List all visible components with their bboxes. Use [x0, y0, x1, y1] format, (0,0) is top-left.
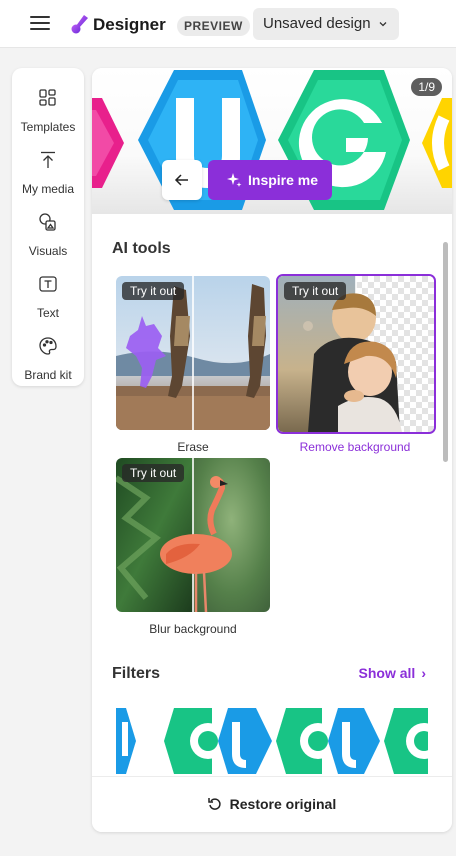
filters-heading: Filters [112, 665, 161, 682]
filter-thumb [384, 708, 428, 774]
templates-icon [39, 89, 56, 106]
sidebar-item-templates[interactable]: Templates [12, 82, 84, 138]
sidebar-item-label: My media [21, 182, 74, 196]
top-bar: Designer PREVIEW Unsaved design [0, 0, 456, 48]
preview-badge: PREVIEW [177, 16, 250, 36]
try-it-out-badge: Try it out [284, 282, 347, 300]
filter-thumb [164, 708, 226, 774]
filter-thumb [328, 708, 380, 774]
shapes-icon [39, 213, 56, 231]
show-all-link[interactable]: Show all › [359, 665, 426, 681]
arrow-left-icon [174, 174, 188, 186]
tool-label: Erase [177, 440, 209, 454]
sparkle-icon [227, 173, 242, 187]
filter-thumbnails [116, 704, 428, 778]
design-name-dropdown[interactable]: Unsaved design [253, 8, 399, 40]
sidebar-item-visuals[interactable]: Visuals [12, 206, 84, 262]
menu-icon[interactable] [30, 16, 50, 32]
back-button[interactable] [162, 160, 202, 200]
text-icon [39, 276, 57, 292]
page-indicator: 1/9 [411, 78, 442, 96]
chevron-right-icon: › [421, 665, 426, 681]
upload-icon [41, 151, 55, 168]
scrollbar[interactable] [443, 242, 448, 462]
sidebar-item-label: Visuals [28, 244, 68, 258]
sidebar-item-label: Text [36, 306, 59, 320]
app-title: Designer [93, 15, 166, 34]
chevron-down-icon [379, 22, 387, 27]
edit-panel: 1/9 Inspire me AI tools Try it out Erase… [92, 68, 452, 832]
inspire-me-label: Inspire me [248, 172, 319, 188]
show-all-label: Show all [358, 665, 416, 681]
sidebar-item-label: Templates [20, 120, 76, 134]
sidebar-item-brand-kit[interactable]: Brand kit [12, 330, 84, 386]
sidebar-item-text[interactable]: Text [12, 268, 84, 324]
filter-thumb [276, 708, 336, 774]
undo-icon [208, 798, 221, 810]
try-it-out-badge: Try it out [122, 282, 185, 300]
sidebar: Templates My media Visuals Text Brand ki… [12, 68, 84, 386]
palette-icon [39, 337, 57, 355]
panel-footer: Restore original [92, 776, 452, 832]
sidebar-item-my-media[interactable]: My media [12, 144, 84, 200]
restore-original-label: Restore original [229, 796, 337, 812]
ai-tools-heading: AI tools [112, 240, 171, 257]
filter-strip [116, 704, 428, 778]
restore-original-button[interactable]: Restore original [92, 796, 452, 812]
tool-label: Remove background [299, 440, 411, 454]
filter-thumb [116, 704, 162, 778]
sidebar-item-label: Brand kit [24, 368, 72, 382]
design-name-label: Unsaved design [263, 15, 371, 32]
design-preview[interactable]: 1/9 Inspire me [92, 68, 452, 214]
inspire-me-button[interactable]: Inspire me [208, 160, 332, 200]
designer-logo-icon [71, 15, 88, 34]
tool-label: Blur background [149, 622, 237, 636]
filter-thumb [218, 708, 272, 774]
try-it-out-badge: Try it out [122, 464, 185, 482]
